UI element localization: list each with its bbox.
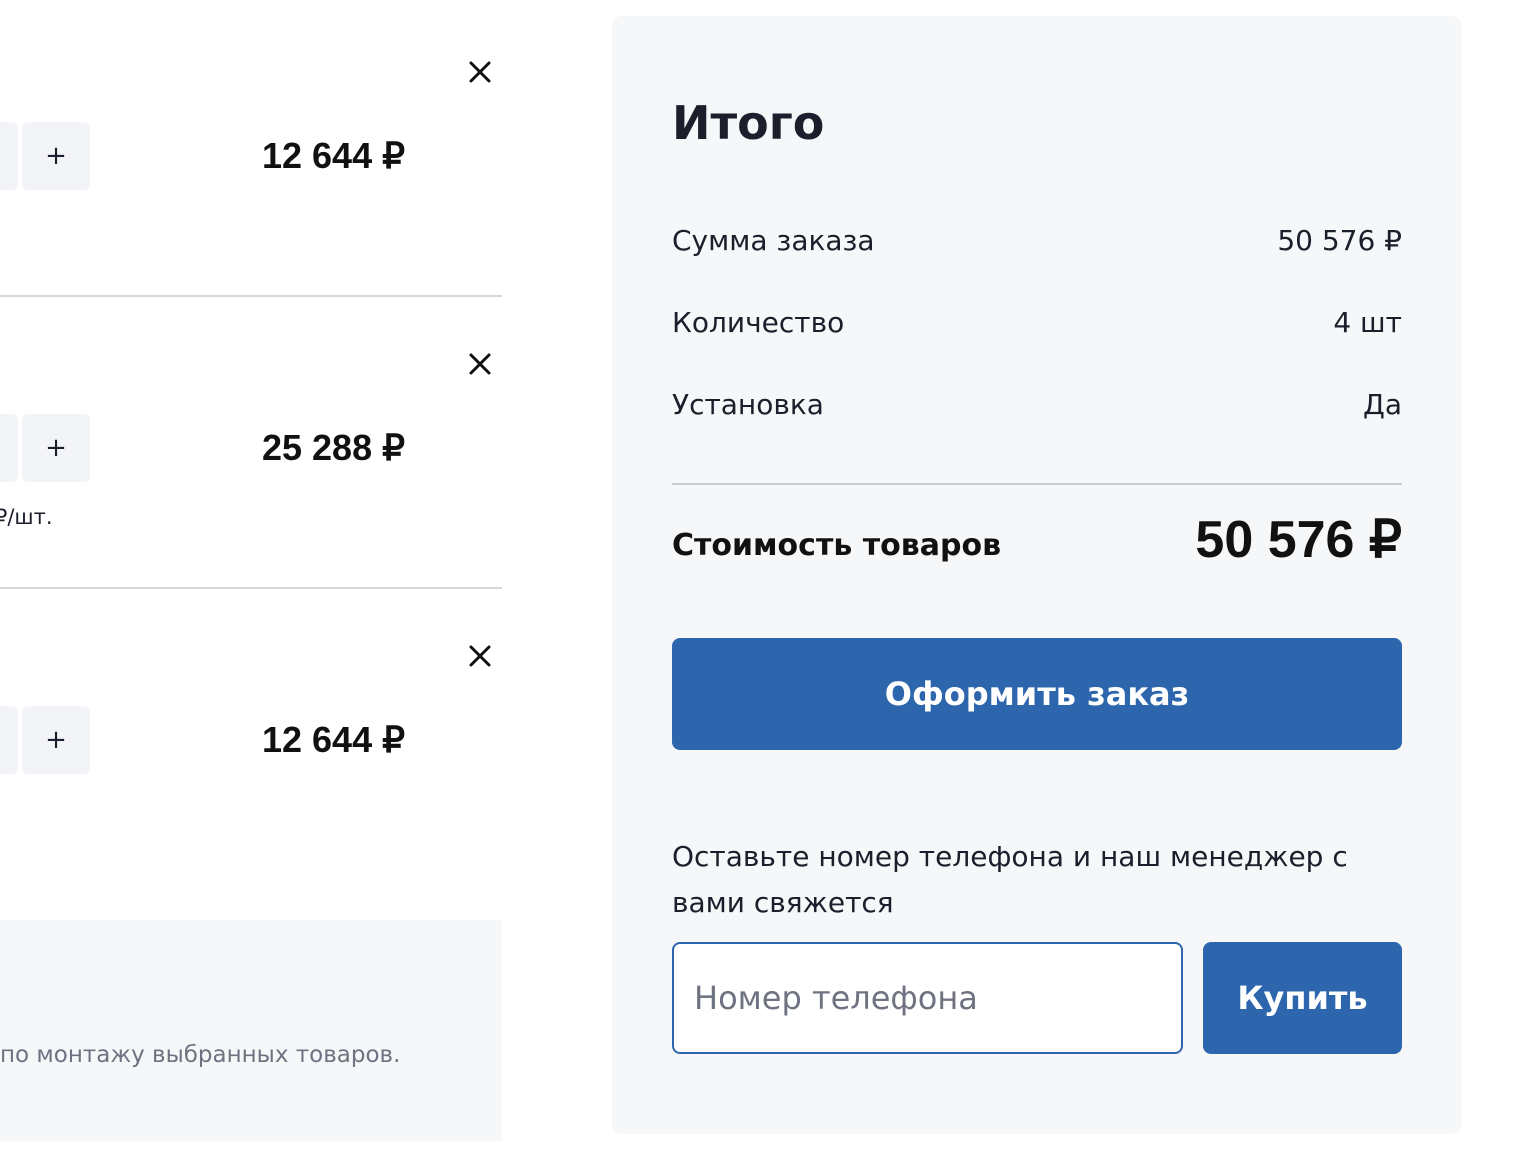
cart-item: + 25 288 ₽ ₽/шт. xyxy=(0,297,502,589)
cart-item: + 12 644 ₽ xyxy=(0,5,502,297)
close-icon xyxy=(469,353,491,375)
callback-text: Оставьте номер телефона и наш менеджер с… xyxy=(672,840,1348,919)
quantity-minus-button[interactable] xyxy=(0,122,18,190)
buy-button[interactable]: Купить xyxy=(1203,942,1402,1054)
remove-item-button[interactable] xyxy=(464,640,496,672)
item-price: 12 644 ₽ xyxy=(261,135,405,176)
cart-page: + 12 644 ₽ + 25 288 ₽ ₽/шт. + 12 644 ₽ п… xyxy=(0,0,1515,1176)
summary-row-value: 4 шт xyxy=(1333,305,1402,339)
item-price: 25 288 ₽ xyxy=(261,427,405,468)
total-label: Стоимость товаров xyxy=(672,528,1002,563)
item-unit-price: ₽/шт. xyxy=(0,505,53,529)
remove-item-button[interactable] xyxy=(464,348,496,380)
quantity-plus-button[interactable]: + xyxy=(22,414,90,482)
total-value: 50 576 ₽ xyxy=(1195,511,1402,569)
summary-title: Итого xyxy=(672,96,825,150)
summary-row-value: Да xyxy=(1362,387,1402,421)
summary-row-label: Сумма заказа xyxy=(672,223,875,257)
quantity-plus-button[interactable]: + xyxy=(22,706,90,774)
quantity-minus-button[interactable] xyxy=(0,706,18,774)
installation-panel: по монтажу выбранных товаров. xyxy=(0,920,502,1141)
close-icon xyxy=(469,645,491,667)
cart-list: + 12 644 ₽ + 25 288 ₽ ₽/шт. + 12 644 ₽ п… xyxy=(0,0,502,1176)
summary-divider xyxy=(672,483,1402,485)
cart-item: + 12 644 ₽ xyxy=(0,589,502,881)
summary-row-label: Установка xyxy=(672,387,824,421)
installation-note: по монтажу выбранных товаров. xyxy=(0,1042,401,1068)
summary-row-label: Количество xyxy=(672,305,845,339)
summary-row-quantity: Количество 4 шт xyxy=(672,302,1402,342)
quantity-minus-button[interactable] xyxy=(0,414,18,482)
checkout-button[interactable]: Оформить заказ xyxy=(672,638,1402,750)
close-icon xyxy=(469,61,491,83)
item-price: 12 644 ₽ xyxy=(261,719,405,760)
phone-input[interactable] xyxy=(672,942,1183,1054)
order-summary-panel: Итого Сумма заказа 50 576 ₽ Количество 4… xyxy=(612,16,1462,1134)
summary-row-installation: Установка Да xyxy=(672,384,1402,424)
summary-row-order-sum: Сумма заказа 50 576 ₽ xyxy=(672,220,1402,260)
quantity-plus-button[interactable]: + xyxy=(22,122,90,190)
remove-item-button[interactable] xyxy=(464,56,496,88)
summary-row-value: 50 576 ₽ xyxy=(1277,223,1402,257)
